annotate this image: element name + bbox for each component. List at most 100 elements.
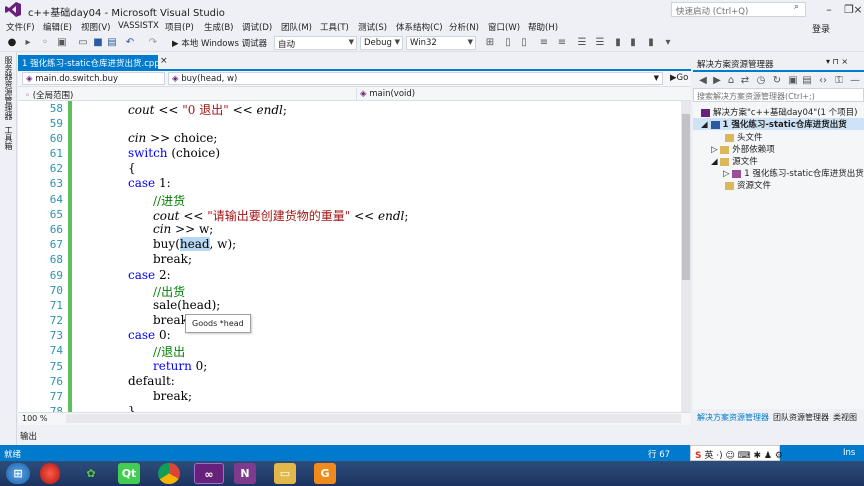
collapse-all-icon[interactable]: ▣: [787, 75, 799, 87]
save-icon[interactable]: ■: [92, 37, 104, 49]
solution-search-input[interactable]: 搜索解决方案资源管理器(Ctrl+;): [693, 88, 864, 102]
code-keyword: case: [128, 328, 156, 342]
undo-icon[interactable]: ↶: [124, 37, 136, 49]
record-app-icon[interactable]: [40, 463, 60, 484]
new-project-icon[interactable]: ▣: [56, 37, 68, 49]
function-select[interactable]: ◈ main(void): [356, 88, 691, 101]
code-line-63: case 1:: [128, 176, 171, 190]
menu-view[interactable]: 视图(V): [81, 21, 110, 33]
forward-icon[interactable]: ▶: [711, 75, 723, 87]
tree-item-cpp-file[interactable]: ▷ 1 强化练习-static仓库进货出货.cpp: [723, 167, 864, 179]
code-editor[interactable]: 58 59 60 61 62 63 64 65 66 67 68 69 70 7…: [18, 101, 681, 412]
forward-icon[interactable]: ▸: [22, 37, 34, 49]
panel-controls[interactable]: ▾ ⊓ ×: [826, 57, 848, 66]
visual-studio-taskbar-icon[interactable]: ∞: [194, 463, 224, 484]
foxit-pdf-icon[interactable]: G: [314, 463, 336, 484]
menu-build[interactable]: 生成(B): [204, 21, 233, 33]
find-icon[interactable]: ⊞: [484, 37, 496, 49]
horizontal-scrollbar[interactable]: [66, 414, 681, 423]
status-row: 行 67: [648, 450, 671, 460]
menu-file[interactable]: 文件(F): [6, 21, 35, 33]
menu-project[interactable]: 项目(P): [165, 21, 194, 33]
toolbox-tab[interactable]: 工具箱: [3, 126, 14, 150]
navigate-icon[interactable]: ◦: [39, 37, 51, 49]
global-scope-select[interactable]: ◦ (全局范围): [22, 88, 352, 101]
close-icon[interactable]: ×: [160, 56, 168, 66]
menu-architecture[interactable]: 体系结构(C): [396, 21, 443, 33]
home-icon[interactable]: ⌂: [725, 75, 737, 87]
file-explorer-icon[interactable]: ▭: [274, 463, 296, 484]
toolbar-overflow-icon[interactable]: ▾: [662, 37, 674, 49]
uncomment-icon[interactable]: ☰: [594, 37, 606, 49]
status-ins: Ins: [843, 448, 856, 458]
quick-launch-input[interactable]: 快速启动 (Ctrl+Q): [671, 2, 806, 17]
menu-vassistx[interactable]: VASSISTX: [118, 21, 159, 31]
tab-team-explorer[interactable]: 团队资源管理器: [773, 412, 829, 423]
onenote-icon[interactable]: N: [234, 463, 256, 484]
save-all-icon[interactable]: ▤: [106, 37, 118, 49]
code-token: cin: [153, 222, 172, 236]
pending-changes-icon[interactable]: ◷: [755, 75, 767, 87]
back-icon[interactable]: ●: [6, 37, 18, 49]
go-button[interactable]: ▶Go: [667, 72, 689, 85]
zoom-select[interactable]: 100 %: [22, 414, 47, 423]
open-file-icon[interactable]: ▭: [77, 37, 89, 49]
server-explorer-tab[interactable]: 服务器资源管理器: [3, 56, 14, 120]
menu-analyze[interactable]: 分析(N): [449, 21, 479, 33]
config-auto-select[interactable]: 自动 ▼: [274, 36, 357, 50]
code-line-67: buy(head, w);: [153, 237, 236, 251]
qt-icon[interactable]: Qt: [118, 463, 140, 484]
tree-item-solution[interactable]: 解决方案"c++基础day04"(1 个项目): [701, 106, 857, 118]
refresh-icon[interactable]: ↻: [771, 75, 783, 87]
indent-icon[interactable]: ≡: [556, 37, 568, 49]
bookmark-icon[interactable]: ▯: [502, 37, 514, 49]
code-keyword: case: [128, 268, 156, 282]
document-tab[interactable]: 1 强化练习-static仓库进货出货.cpp: [18, 55, 160, 69]
scope-select[interactable]: ◈ main.do.switch.buy: [22, 72, 165, 85]
chrome-icon[interactable]: [158, 463, 180, 484]
comment-icon[interactable]: ☰: [576, 37, 588, 49]
close-button[interactable]: ×: [852, 0, 864, 19]
member-select[interactable]: ◈ buy(head, w) ▼: [168, 72, 663, 85]
menu-help[interactable]: 帮助(H): [528, 21, 558, 33]
tab-class-view[interactable]: 类视图: [833, 412, 857, 423]
tree-item-headers[interactable]: 头文件: [725, 131, 763, 143]
line-number: 67: [49, 238, 63, 251]
configuration-select[interactable]: Debug ▼: [360, 36, 403, 50]
bookmark-prev-icon[interactable]: ▮: [612, 37, 624, 49]
outdent-icon[interactable]: ≡: [538, 37, 550, 49]
tab-solution-explorer[interactable]: 解决方案资源管理器: [697, 412, 769, 423]
menu-team[interactable]: 团队(M): [281, 21, 312, 33]
back-icon[interactable]: ◀: [697, 75, 709, 87]
minimize-button[interactable]: –: [818, 0, 840, 19]
preview-icon[interactable]: —: [849, 75, 861, 87]
menu-debug[interactable]: 调试(D): [242, 21, 272, 33]
sync-icon[interactable]: ⇄: [739, 75, 751, 87]
ime-toolbar[interactable]: S 英 ·) ☺ ⌨ ✱ ♟ ⚙: [690, 445, 783, 461]
tree-item-source-files[interactable]: ◢ 源文件: [711, 155, 758, 167]
tree-item-resource-files[interactable]: 资源文件: [725, 179, 771, 191]
show-all-files-icon[interactable]: ▤: [801, 75, 813, 87]
search-icon[interactable]: ⌕: [794, 2, 806, 15]
toggle-icon[interactable]: ▯: [518, 37, 530, 49]
redo-icon[interactable]: ↷: [147, 37, 159, 49]
bookmark-clear-icon[interactable]: ▮: [645, 37, 657, 49]
bookmark-next-icon[interactable]: ▮: [627, 37, 639, 49]
scrollbar-thumb[interactable]: [682, 114, 690, 280]
line-number: 61: [49, 147, 63, 160]
menu-edit[interactable]: 编辑(E): [43, 21, 72, 33]
properties-icon[interactable]: ⚿: [833, 75, 845, 87]
output-tab[interactable]: 输出: [20, 430, 37, 442]
tree-item-external-deps[interactable]: ▷ 外部依赖项: [711, 143, 775, 155]
menu-test[interactable]: 测试(S): [358, 21, 387, 33]
menu-tools[interactable]: 工具(T): [320, 21, 349, 33]
qt-creator-icon[interactable]: ✿: [80, 463, 102, 484]
solution-panel-tabs: 解决方案资源管理器 团队资源管理器 类视图: [693, 410, 864, 424]
start-button[interactable]: ⊞: [6, 463, 30, 484]
menu-window[interactable]: 窗口(W): [488, 21, 520, 33]
view-code-icon[interactable]: ‹›: [817, 75, 829, 87]
start-debugger-button[interactable]: ▶ 本地 Windows 调试器: [172, 37, 267, 49]
tree-item-project[interactable]: ◢ 1 强化练习-static仓库进货出货: [693, 118, 864, 130]
menu-bar: 文件(F) 编辑(E) 视图(V) VASSISTX 项目(P) 生成(B) 调…: [0, 19, 864, 34]
platform-select[interactable]: Win32 ▼: [406, 36, 476, 50]
